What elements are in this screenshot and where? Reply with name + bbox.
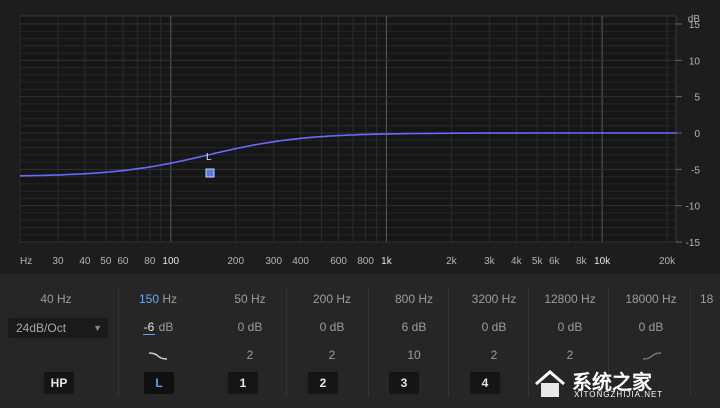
- band-4-frequency[interactable]: 3200 Hz: [454, 292, 534, 306]
- band-l-button[interactable]: L: [144, 372, 174, 394]
- watermark-subtext: XITONGZHIJIA.NET: [574, 390, 664, 399]
- x-tick-label: 4k: [511, 256, 523, 267]
- band-1: 50 Hz 0 dB 2 1: [210, 274, 290, 408]
- x-tick-label: 400: [292, 256, 309, 267]
- band-4-button[interactable]: 4: [470, 372, 500, 394]
- x-tick-label: 40: [79, 256, 91, 267]
- band-l: 150 Hz -6 dB L: [118, 274, 198, 408]
- band-2-q[interactable]: 2: [292, 348, 372, 362]
- x-tick-label: 200: [227, 256, 244, 267]
- divider: [368, 288, 369, 396]
- band-hp: 40 Hz 24dB/Oct ▼ HP: [0, 274, 112, 408]
- x-tick-label: 30: [52, 256, 64, 267]
- band-lp-frequency[interactable]: 18: [700, 292, 720, 306]
- band-l-gain[interactable]: -6 dB: [118, 320, 198, 335]
- x-tick-label: 6k: [549, 256, 561, 267]
- band-3-frequency[interactable]: 800 Hz: [374, 292, 454, 306]
- band-controls: 40 Hz 24dB/Oct ▼ HP 150 Hz -6 dB L 50 Hz…: [0, 274, 720, 408]
- x-tick-label: 50: [100, 256, 112, 267]
- band-l-gain-input[interactable]: -6: [142, 320, 156, 335]
- band-2-gain[interactable]: 0 dB: [292, 320, 372, 334]
- x-tick-label: 3k: [484, 256, 496, 267]
- y-tick-label: 10: [689, 56, 701, 67]
- band-5-q[interactable]: 2: [530, 348, 610, 362]
- band-1-q[interactable]: 2: [210, 348, 290, 362]
- band-hp-slope-value: 24dB/Oct: [16, 321, 67, 335]
- band-1-gain[interactable]: 0 dB: [210, 320, 290, 334]
- eq-graph[interactable]: Hz 30 40 50 60 80 100 200 300 400 600 800 1k 2k 3k 4k 5k…: [0, 0, 720, 274]
- y-tick-label: -10: [686, 202, 701, 213]
- band-hp-button[interactable]: HP: [44, 372, 74, 394]
- x-tick-label: 300: [265, 256, 282, 267]
- x-tick-label: 5k: [532, 256, 544, 267]
- x-tick-label: 10k: [594, 256, 611, 267]
- band-2: 200 Hz 0 dB 2 2: [292, 274, 372, 408]
- y-tick-label: 15: [689, 20, 701, 31]
- band-l-handle[interactable]: [205, 168, 215, 178]
- band-l-frequency-value: 150: [138, 292, 160, 306]
- y-tick-label: 5: [694, 93, 700, 104]
- x-tick-label: 80: [144, 256, 156, 267]
- band-5-gain[interactable]: 0 dB: [530, 320, 610, 334]
- band-3-gain[interactable]: 6 dB: [374, 320, 454, 334]
- band-h-gain[interactable]: 0 dB: [612, 320, 690, 334]
- band-l-marker-label: L: [206, 152, 212, 163]
- band-h-frequency[interactable]: 18000 Hz: [612, 292, 690, 306]
- band-hp-frequency[interactable]: 40 Hz: [0, 292, 112, 306]
- band-1-frequency[interactable]: 50 Hz: [210, 292, 290, 306]
- band-l-frequency-unit: Hz: [159, 292, 178, 306]
- watermark: 系统之家 XITONGZHIJIA.NET: [532, 366, 712, 402]
- x-tick-label: 8k: [576, 256, 588, 267]
- x-tick-label: Hz: [20, 256, 32, 267]
- band-hp-slope-select[interactable]: 24dB/Oct ▼: [8, 318, 108, 338]
- divider: [528, 288, 529, 396]
- band-1-button[interactable]: 1: [228, 372, 258, 394]
- divider: [448, 288, 449, 396]
- band-l-gain-unit: dB: [155, 320, 174, 334]
- eq-graph-svg[interactable]: Hz 30 40 50 60 80 100 200 300 400 600 800 1k 2k 3k 4k 5k…: [0, 0, 720, 274]
- band-4: 3200 Hz 0 dB 2 4: [454, 274, 534, 408]
- x-tick-label: 1k: [381, 256, 393, 267]
- y-tick-label: -15: [686, 238, 701, 249]
- x-tick-label: 100: [162, 256, 179, 267]
- x-tick-label: 2k: [446, 256, 458, 267]
- band-l-frequency[interactable]: 150 Hz: [118, 292, 198, 306]
- chevron-down-icon: ▼: [93, 323, 102, 333]
- x-tick-label: 600: [330, 256, 347, 267]
- house-logo-icon: [535, 370, 565, 397]
- y-tick-label: 0: [694, 129, 700, 140]
- band-3-button[interactable]: 3: [389, 372, 419, 394]
- high-shelf-icon[interactable]: [640, 346, 664, 364]
- band-2-button[interactable]: 2: [308, 372, 338, 394]
- x-tick-label: 800: [357, 256, 374, 267]
- y-tick-label: -5: [691, 165, 700, 176]
- band-5-frequency[interactable]: 12800 Hz: [530, 292, 610, 306]
- band-3-q[interactable]: 10: [374, 348, 454, 362]
- band-2-frequency[interactable]: 200 Hz: [292, 292, 372, 306]
- divider: [286, 288, 287, 396]
- band-4-q[interactable]: 2: [454, 348, 534, 362]
- band-4-gain[interactable]: 0 dB: [454, 320, 534, 334]
- band-3: 800 Hz 6 dB 10 3: [374, 274, 454, 408]
- x-tick-label: 20k: [659, 256, 676, 267]
- low-shelf-icon[interactable]: [146, 346, 170, 364]
- x-tick-label: 60: [117, 256, 129, 267]
